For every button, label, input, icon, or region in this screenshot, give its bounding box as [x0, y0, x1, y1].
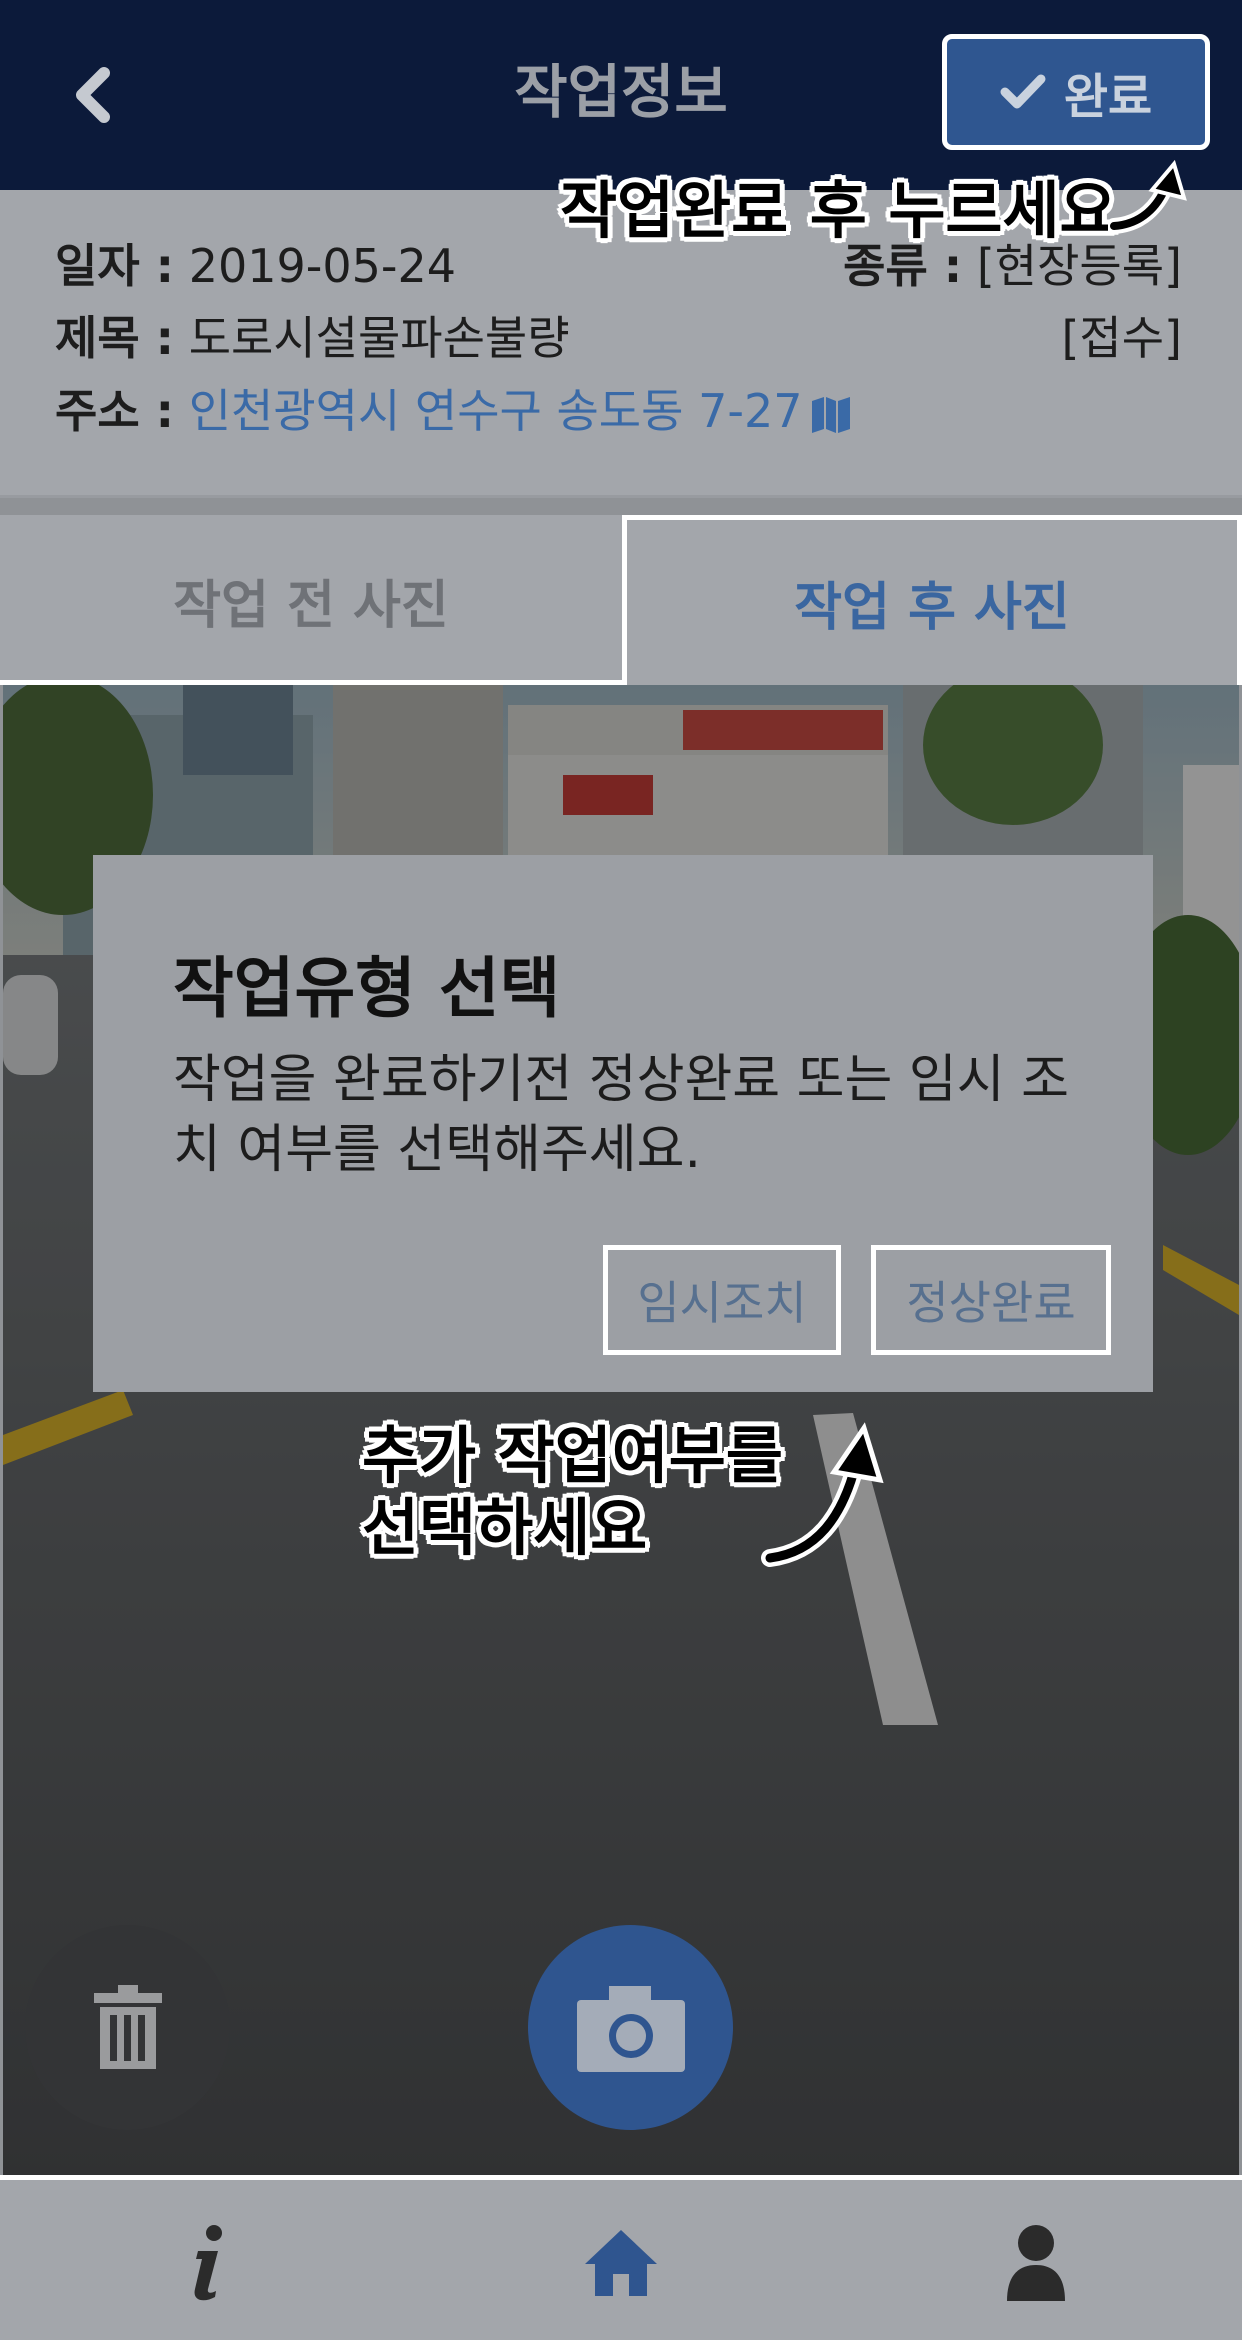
subject-value: 도로시설물파손불량: [188, 311, 570, 365]
normal-complete-label: 정상완료: [906, 1276, 1076, 1330]
date-value: 2019-05-24: [188, 239, 457, 293]
guide-text-select: 추가 작업여부를 선택하세요: [362, 1420, 783, 1564]
work-type-dialog: 작업유형 선택 작업을 완료하기전 정상완료 또는 임시 조치 여부를 선택해주…: [93, 855, 1153, 1392]
take-photo-button[interactable]: [528, 1925, 733, 2130]
temporary-action-label: 임시조치: [637, 1276, 807, 1330]
status-badge: [접수]: [1061, 311, 1182, 365]
done-button-label: 완료: [1063, 69, 1153, 125]
subject-row: 제목 : 도로시설물파손불량: [55, 302, 570, 368]
temporary-action-button[interactable]: 임시조치: [603, 1245, 841, 1355]
dialog-title: 작업유형 선택: [173, 950, 561, 1027]
user-icon: [1007, 2224, 1065, 2301]
guide-line-2: 선택하세요: [362, 1491, 648, 1564]
address-label: 주소 :: [55, 384, 175, 438]
delete-photo-button[interactable]: [25, 1925, 230, 2130]
trash-icon: [93, 1984, 162, 2069]
address-link[interactable]: 인천광역시 연수구 송도동 7-27: [189, 384, 853, 438]
info-icon: [194, 2224, 222, 2300]
curved-arrow-icon: [761, 1422, 884, 1567]
tab-label: 작업 전 사진: [173, 575, 449, 636]
date-row: 일자 : 2019-05-24: [55, 230, 456, 296]
bottom-navigation: [0, 2175, 1242, 2340]
address-row: 주소 : 인천광역시 연수구 송도동 7-27: [55, 375, 852, 441]
tab-before-photo[interactable]: 작업 전 사진: [0, 515, 622, 685]
curved-arrow-icon: [1108, 160, 1187, 234]
map-icon: [812, 396, 851, 433]
nav-home[interactable]: [566, 2215, 676, 2310]
tab-after-photo[interactable]: 작업 후 사진: [622, 515, 1242, 685]
photo-tabs: 작업 전 사진 작업 후 사진: [0, 515, 1242, 685]
camera-icon: [576, 1985, 685, 2072]
done-button[interactable]: 완료: [942, 34, 1210, 150]
date-label: 일자 :: [55, 239, 175, 293]
check-icon: [1000, 74, 1046, 109]
nav-user[interactable]: [981, 2215, 1091, 2310]
dialog-message: 작업을 완료하기전 정상완료 또는 임시 조치 여부를 선택해주세요.: [173, 1050, 1069, 1180]
nav-info[interactable]: [152, 2215, 262, 2310]
address-value: 인천광역시 연수구 송도동 7-27: [188, 384, 803, 438]
tab-label: 작업 후 사진: [794, 578, 1070, 638]
subject-label: 제목 :: [55, 311, 175, 365]
guide-line-1: 추가 작업여부를: [362, 1419, 783, 1492]
guide-text-done: 작업완료 후 누르세요: [560, 174, 1117, 247]
home-icon: [585, 2229, 657, 2296]
normal-complete-button[interactable]: 정상완료: [871, 1245, 1111, 1355]
